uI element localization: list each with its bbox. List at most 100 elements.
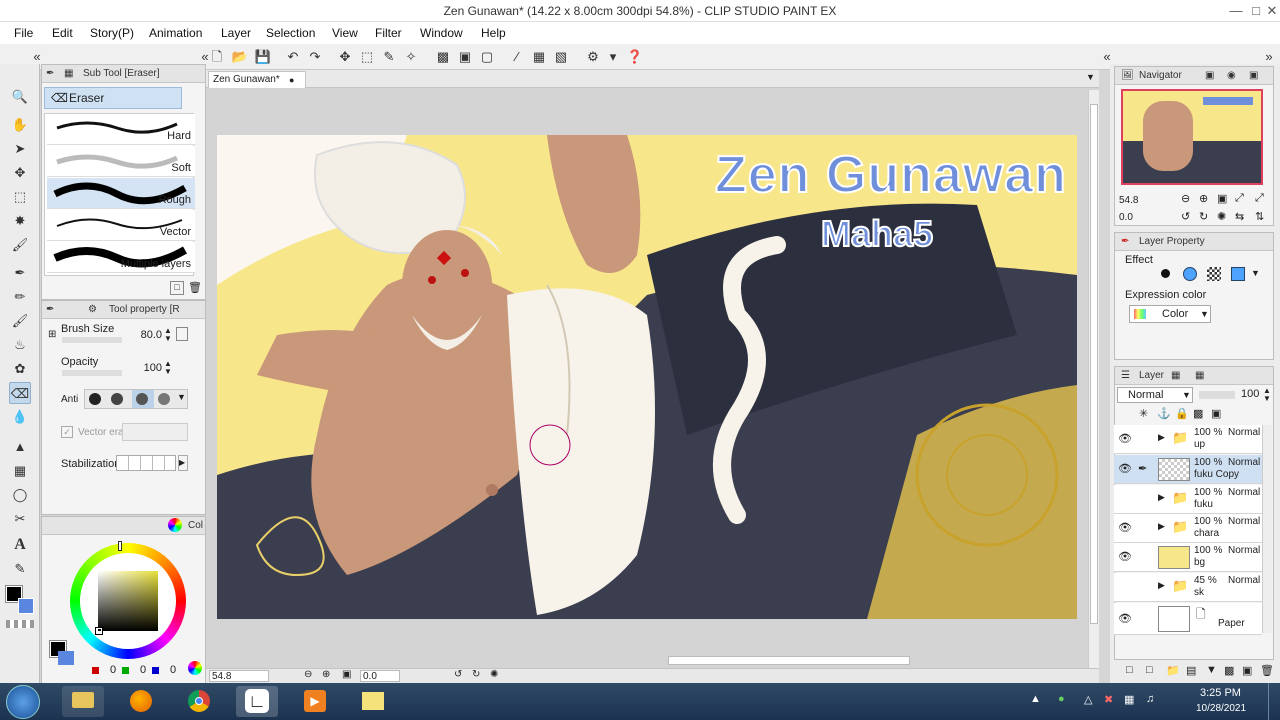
sticky-notes-taskbar-icon[interactable] — [352, 686, 394, 717]
visibility-eye-icon[interactable]: 👁 — [1118, 522, 1132, 534]
fit-screen-icon[interactable]: ▣ — [342, 669, 351, 680]
brush-hard[interactable]: Hard — [47, 114, 195, 145]
antialias-medium-icon[interactable] — [136, 393, 148, 405]
tray-time[interactable]: 3:25 PM — [1200, 687, 1241, 699]
antialias-selector[interactable]: ▼ — [84, 389, 188, 409]
border-effect-icon[interactable] — [1161, 269, 1170, 278]
tray-wifi-icon[interactable]: ▦ — [1124, 693, 1134, 706]
menu-view[interactable]: View — [332, 26, 358, 40]
new-folder-icon[interactable]: 📁 — [1166, 664, 1180, 677]
help-icon[interactable]: ❓ — [626, 48, 644, 66]
layer-property-tab-icon[interactable]: ✒ — [1121, 233, 1129, 250]
tray-app-icon[interactable]: ● — [1058, 693, 1065, 705]
apply-mask-icon[interactable]: ▣ — [1242, 664, 1252, 677]
start-button[interactable] — [6, 685, 40, 719]
layer-row-sk[interactable]: ▶ 📁 45 % Normal sk — [1114, 573, 1262, 602]
save-icon[interactable]: 💾 — [254, 48, 272, 66]
zoom-out-icon[interactable]: ⊖ — [304, 669, 312, 680]
vector-erase-options[interactable] — [122, 423, 188, 441]
layer-scrollbar[interactable] — [1262, 425, 1272, 633]
layer-row-bg[interactable]: 👁 100 % Normal bg — [1114, 543, 1262, 572]
color-picker-handle[interactable] — [95, 627, 103, 635]
subview-tab-icon[interactable]: ▣ — [1205, 67, 1214, 84]
tab-menu-icon[interactable]: ▼ — [1086, 72, 1095, 82]
merge-layer-icon[interactable]: ▼ — [1206, 664, 1217, 676]
new-vector-layer-icon[interactable]: □ — [1146, 664, 1153, 676]
new-subtool-icon[interactable]: □ — [170, 281, 184, 295]
blend-mode-select[interactable]: Normal ▼ — [1117, 387, 1193, 403]
selection-edit-icon[interactable]: ✎ — [380, 48, 398, 66]
operation-tool-icon[interactable]: ➤ — [9, 138, 31, 160]
brush-size-preview[interactable] — [176, 327, 188, 341]
blue-value[interactable]: 0 — [170, 664, 176, 676]
settings-dropdown-icon[interactable]: ▾ — [604, 48, 622, 66]
document-tab[interactable]: Zen Gunawan* ● — [208, 71, 306, 88]
mask-enable-icon[interactable]: ▣ — [1211, 407, 1221, 420]
layer-opacity-slider[interactable] — [1199, 391, 1235, 399]
fill-tool-icon[interactable]: ▲ — [9, 436, 31, 458]
media-player-taskbar-icon[interactable]: ▶ — [294, 686, 336, 717]
zoom-tool-icon[interactable]: 🔍 — [9, 86, 31, 108]
reset-rotation-icon[interactable]: ✺ — [490, 669, 498, 680]
brush-size-value[interactable]: 80.0 — [130, 329, 162, 341]
visibility-eye-icon[interactable]: 👁 — [1118, 551, 1132, 563]
opacity-value[interactable]: 100 — [132, 362, 162, 374]
brush-multiple-layers[interactable]: Multiple layers — [47, 242, 195, 273]
sub-color-swatch[interactable] — [18, 598, 34, 614]
expand-folder-icon[interactable]: ▶ — [1158, 580, 1165, 591]
brush-size-spinner[interactable]: ▲ ▼ — [164, 327, 172, 343]
canvas-area[interactable]: Zen Gunawan* ● ▼ Zen Gunawan Maha5 — [206, 70, 1099, 668]
layer-row-fuku-copy[interactable]: 👁 ✒ 100 % Normal fuku Copy — [1114, 455, 1262, 484]
expression-color-select[interactable]: Color ▼ — [1129, 305, 1211, 323]
new-file-icon[interactable]: 🗋 — [208, 48, 226, 66]
visibility-eye-icon[interactable]: 👁 — [1118, 613, 1132, 625]
antialias-weak-icon[interactable] — [111, 393, 123, 405]
redo-icon[interactable]: ↷ — [306, 48, 324, 66]
menu-help[interactable]: Help — [481, 26, 506, 40]
reference-layer-icon[interactable]: ⚓ — [1157, 407, 1171, 420]
minimize-button[interactable]: — — [1226, 2, 1246, 20]
blend-tool-icon[interactable]: 💧 — [9, 406, 31, 428]
tab-modified-dot-icon[interactable]: ● — [289, 72, 294, 88]
menu-filter[interactable]: Filter — [375, 26, 402, 40]
nav-rotate-left-icon[interactable]: ↺ — [1181, 210, 1190, 223]
menu-window[interactable]: Window — [420, 26, 463, 40]
antialias-dropdown-icon[interactable]: ▼ — [177, 392, 186, 402]
show-desktop-button[interactable] — [1268, 683, 1280, 720]
brush-soft[interactable]: Soft — [47, 146, 195, 177]
airbrush-tool-icon[interactable]: ♨ — [9, 334, 31, 356]
nav-zoom-in-icon[interactable]: ⊕ — [1199, 192, 1208, 205]
tray-date[interactable]: 10/28/2021 — [1196, 703, 1246, 714]
zoom-value[interactable]: 54.8 — [209, 670, 269, 682]
menu-layer[interactable]: Layer — [221, 26, 251, 40]
select-all-icon[interactable]: ✥ — [336, 48, 354, 66]
tray-show-hidden-icon[interactable]: △ — [1084, 693, 1092, 706]
duplicate-layer-icon[interactable]: ▤ — [1186, 664, 1196, 677]
layer-opacity-value[interactable]: 100 — [1241, 388, 1259, 400]
nav-fit-window-icon[interactable]: ⤢ — [1235, 192, 1244, 205]
stabilization-slider[interactable] — [116, 455, 176, 471]
red-value[interactable]: 0 — [110, 664, 116, 676]
nav-flip-h-icon[interactable]: ⇆ — [1235, 210, 1244, 223]
antialias-none-icon[interactable] — [89, 393, 101, 405]
hue-handle[interactable] — [118, 541, 122, 551]
color-wheel-tab-icon[interactable] — [168, 518, 182, 532]
hand-tool-icon[interactable]: ✋ — [9, 114, 31, 136]
layer-tab-icon[interactable]: ☰ — [1121, 367, 1130, 384]
navigator-angle-value[interactable]: 0.0 — [1119, 212, 1141, 223]
layer-opacity-spinner[interactable]: ▲ ▼ — [1263, 387, 1271, 403]
deselect-icon[interactable]: ⬚ — [358, 48, 376, 66]
brush-vector[interactable]: Vector — [47, 210, 195, 241]
lock-layer-icon[interactable]: 🔒 — [1175, 407, 1189, 420]
ruler-icon[interactable]: ∕ — [508, 48, 526, 66]
pen-tool-icon[interactable]: ✒ — [9, 262, 31, 284]
tone-effect-icon[interactable] — [1207, 267, 1221, 281]
create-mask-icon[interactable]: ▩ — [1224, 664, 1234, 677]
eyedropper-tool-icon[interactable]: 🖌 — [9, 234, 31, 256]
nav-rotate-right-icon[interactable]: ↻ — [1199, 210, 1208, 223]
fill-icon[interactable]: ▣ — [456, 48, 474, 66]
selection-tool-icon[interactable]: ⬚ — [9, 186, 31, 208]
text-tool-icon[interactable]: A — [9, 534, 31, 556]
rotate-left-icon[interactable]: ↺ — [454, 669, 462, 680]
info-tab-icon[interactable]: ▣ — [1249, 67, 1258, 84]
